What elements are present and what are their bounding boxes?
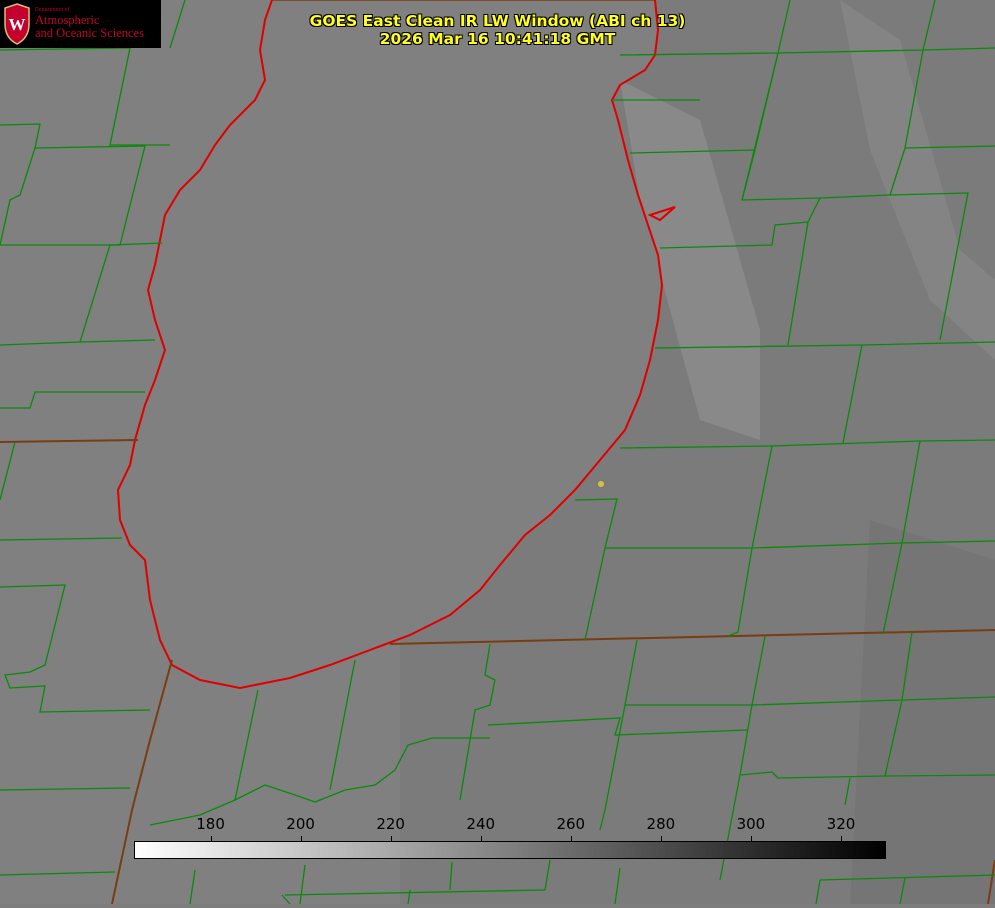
image-title: GOES East Clean IR LW Window (ABI ch 13) <box>309 12 686 30</box>
image-timestamp: 2026 Mar 16 10:41:18 GMT <box>379 30 616 48</box>
colorbar-tick-label: 200 <box>286 815 315 833</box>
satellite-map: W Department of Atmospheric and Oceanic … <box>0 0 995 905</box>
colorbar-tick <box>301 836 302 842</box>
colorbar-tick-label: 300 <box>736 815 766 833</box>
colorbar-tick-label: 240 <box>466 815 496 833</box>
colorbar-tick <box>571 836 572 842</box>
colorbar-tick-label: 260 <box>556 815 586 833</box>
colorbar-tick <box>841 836 842 842</box>
location-marker <box>598 481 604 487</box>
colorbar-tick <box>481 836 482 842</box>
colorbar <box>134 841 886 859</box>
colorbar-tick <box>211 836 212 842</box>
colorbar-tick <box>391 836 392 842</box>
colorbar-tick <box>751 836 752 842</box>
colorbar-tick-label: 280 <box>646 815 676 833</box>
colorbar-tick-label: 220 <box>376 815 405 833</box>
map-svg <box>0 0 995 905</box>
colorbar-tick <box>661 836 662 842</box>
colorbar-tick-label: 180 <box>196 815 225 833</box>
colorbar-tick-label: 320 <box>826 815 856 833</box>
